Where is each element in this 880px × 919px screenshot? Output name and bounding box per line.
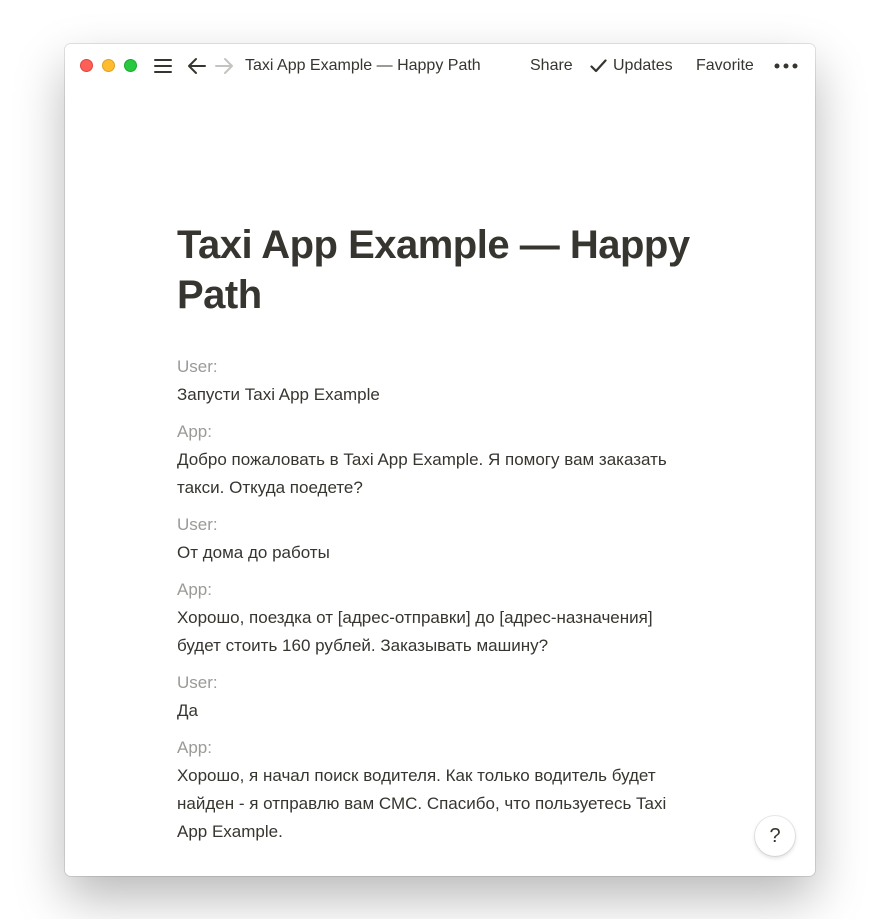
speaker-label[interactable]: App: bbox=[177, 576, 697, 604]
dialogue: User: Запусти Taxi App Example App: Добр… bbox=[177, 353, 697, 846]
utterance[interactable]: Добро пожаловать в Taxi App Example. Я п… bbox=[177, 446, 697, 502]
page-content: Taxi App Example — Happy Path User: Запу… bbox=[177, 220, 697, 855]
hamburger-icon[interactable] bbox=[152, 55, 174, 77]
speaker-label[interactable]: App: bbox=[177, 734, 697, 762]
breadcrumb[interactable]: Taxi App Example — Happy Path bbox=[245, 56, 481, 76]
question-icon: ? bbox=[769, 824, 781, 847]
title-bar: Taxi App Example — Happy Path Share Upda… bbox=[65, 44, 815, 89]
favorite-button[interactable]: Favorite bbox=[696, 56, 754, 76]
page-title[interactable]: Taxi App Example — Happy Path bbox=[177, 220, 697, 320]
more-button[interactable] bbox=[773, 56, 799, 76]
zoom-window-button[interactable] bbox=[124, 59, 137, 72]
arrow-left-icon[interactable] bbox=[186, 55, 208, 77]
app-window: Taxi App Example — Happy Path Share Upda… bbox=[65, 44, 815, 876]
checkmark-icon bbox=[590, 59, 607, 73]
ellipsis-icon bbox=[774, 63, 798, 69]
close-window-button[interactable] bbox=[80, 59, 93, 72]
speaker-label[interactable]: User: bbox=[177, 353, 697, 381]
utterance[interactable]: Хорошо, поездка от [адрес-отправки] до [… bbox=[177, 604, 697, 660]
speaker-label[interactable]: User: bbox=[177, 669, 697, 697]
speaker-label[interactable]: User: bbox=[177, 511, 697, 539]
utterance[interactable]: Хорошо, я начал поиск водителя. Как толь… bbox=[177, 762, 697, 846]
help-button[interactable]: ? bbox=[755, 816, 795, 856]
utterance[interactable]: Запусти Taxi App Example bbox=[177, 381, 697, 409]
speaker-label[interactable]: App: bbox=[177, 418, 697, 446]
updates-button[interactable]: Updates bbox=[590, 56, 673, 76]
share-button[interactable]: Share bbox=[530, 56, 573, 76]
minimize-window-button[interactable] bbox=[102, 59, 115, 72]
utterance[interactable]: Да bbox=[177, 697, 697, 725]
updates-label: Updates bbox=[613, 57, 673, 74]
arrow-right-icon[interactable] bbox=[213, 55, 235, 77]
utterance[interactable]: От дома до работы bbox=[177, 539, 697, 567]
